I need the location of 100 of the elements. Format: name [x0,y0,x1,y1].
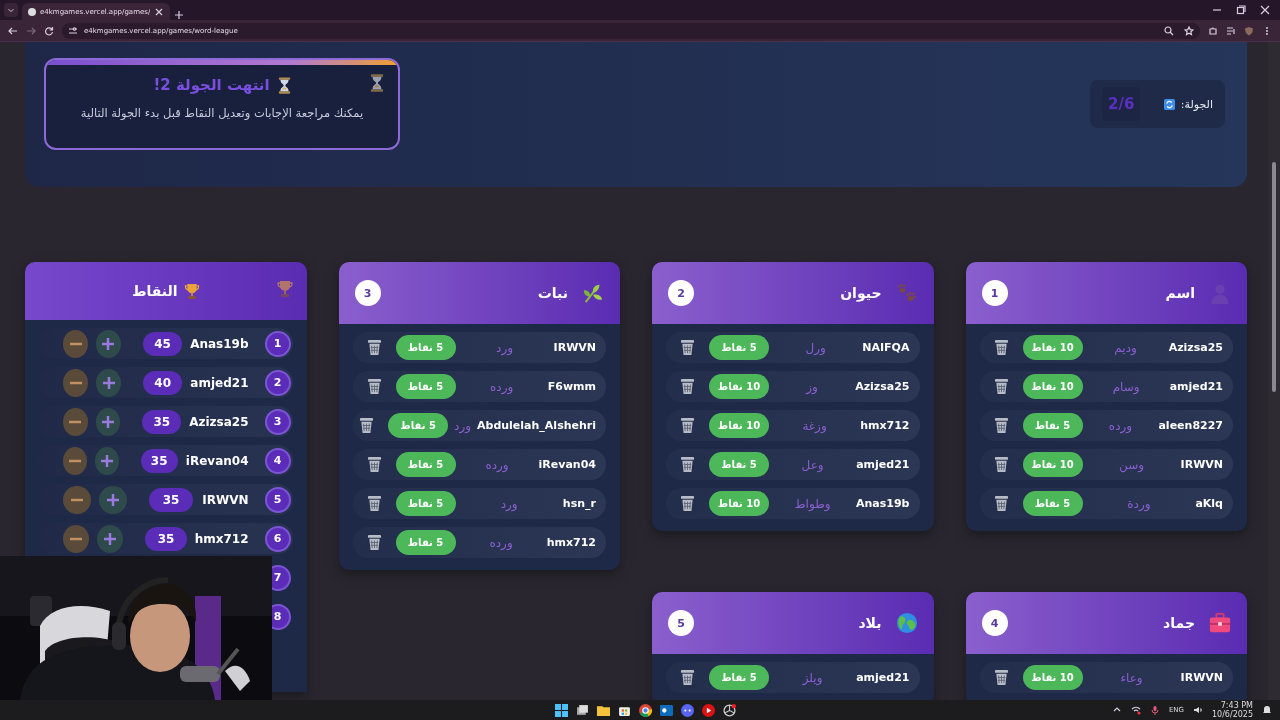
folder-icon[interactable] [597,703,611,717]
points-button[interactable]: 5 نقاط [395,335,456,360]
trash-icon[interactable] [993,417,1009,434]
plus-button[interactable] [95,407,121,436]
trash-icon[interactable] [366,378,382,395]
minus-button[interactable] [63,329,88,358]
minus-button[interactable] [63,524,90,553]
trash-icon[interactable] [680,669,695,686]
trophy-icon [183,282,200,300]
player-name: NAIFQA [862,341,910,354]
speaker-icon[interactable] [1192,705,1203,715]
player-name: Anas19b [856,497,910,510]
rank-badge: 5 [264,486,291,513]
player-name: IRWVN [1180,458,1223,471]
minus-button[interactable] [63,485,91,514]
points-button[interactable]: 5 نقاط [709,335,769,360]
task-view-icon[interactable] [576,703,590,717]
microphone-icon[interactable] [1149,705,1160,715]
reload-icon[interactable] [44,25,54,36]
trash-icon[interactable] [993,456,1009,473]
points-button[interactable]: 10 نقاط [1022,452,1083,477]
answer-word: ورد [454,418,471,433]
back-icon[interactable] [8,25,18,36]
chrome-icon[interactable] [639,703,653,717]
shield-icon[interactable] [1244,25,1254,36]
points-button[interactable]: 10 نقاط [1022,665,1083,690]
points-button[interactable]: 5 نقاط [709,452,769,477]
trash-icon[interactable] [680,417,695,434]
trash-icon[interactable] [993,339,1009,356]
plus-button[interactable] [96,368,122,397]
plus-button[interactable] [94,446,119,475]
player-name: amjed21 [1169,380,1223,393]
points-button[interactable]: 5 نقاط [1022,413,1083,438]
new-tab-icon[interactable] [174,10,185,20]
plus-button[interactable] [95,329,121,358]
answer-word: وسن [1118,457,1146,472]
points-button[interactable]: 5 نقاط [388,413,449,438]
minus-button[interactable] [63,368,88,397]
trash-icon[interactable] [680,339,695,356]
plus-icon [103,531,118,546]
notification-icon[interactable] [1262,705,1272,715]
score-badge: 40 [143,370,183,395]
category-title: اسم [1164,285,1195,301]
site-info-icon[interactable] [68,25,78,36]
trash-icon[interactable] [366,495,382,512]
player-name: IRWVN [1180,671,1223,684]
points-button[interactable]: 10 نقاط [709,374,769,399]
trash-icon[interactable] [993,495,1009,512]
trash-icon[interactable] [993,669,1009,686]
player-name: iRevan04 [185,453,250,468]
trash-icon[interactable] [680,495,695,512]
points-button[interactable]: 5 نقاط [709,665,769,690]
chevron-down-icon [7,6,15,14]
rank-badge: 3 [264,408,291,435]
player-name: hsn_r [562,497,596,510]
trash-icon[interactable] [993,378,1009,395]
close-icon[interactable] [1260,5,1270,15]
category-number: 5 [668,610,694,636]
close-icon[interactable] [154,6,165,17]
points-button[interactable]: 10 نقاط [1022,374,1083,399]
minus-button[interactable] [63,407,88,436]
answer-word: ورد [499,496,519,511]
answer-word: وز [804,379,819,394]
star-icon[interactable] [1184,25,1194,36]
points-button[interactable]: 5 نقاط [395,374,456,399]
scrollbar[interactable] [1268,42,1280,700]
player-name: Azizsa25 [189,414,250,429]
player-name: IRWVN [553,341,596,354]
points-button[interactable]: 5 نقاط [395,491,456,516]
network-icon[interactable] [1130,705,1141,715]
trash-icon[interactable] [366,456,382,473]
play-icon[interactable] [702,703,716,717]
points-button[interactable]: 5 نقاط [395,530,456,555]
mail-icon[interactable] [660,703,674,717]
trash-icon[interactable] [366,339,382,356]
zoom-icon[interactable] [1164,25,1174,36]
rank-badge: 4 [264,447,291,474]
trash-icon[interactable] [359,417,375,434]
points-button[interactable]: 10 نقاط [709,491,769,516]
restore-icon[interactable] [1236,5,1246,15]
plus-button[interactable] [97,524,124,553]
points-button[interactable]: 10 نقاط [1022,335,1083,360]
category-title: بلاد [857,615,882,631]
minus-button[interactable] [63,446,87,475]
points-button[interactable]: 10 نقاط [709,413,769,438]
chat-icon[interactable] [681,703,695,717]
points-button[interactable]: 5 نقاط [395,452,456,477]
forward-icon[interactable] [26,25,36,36]
plus-button[interactable] [99,485,127,514]
tab-list-button[interactable] [4,3,18,17]
round-value: 2/6 [1102,87,1141,121]
clock[interactable]: 7:43 PM 10/6/2025 [1211,701,1253,719]
points-button[interactable]: 5 نقاط [1022,491,1083,516]
answer-word: ورد [495,340,514,355]
windows-icon[interactable] [555,703,569,717]
trash-icon[interactable] [366,534,382,551]
trash-icon[interactable] [680,378,695,395]
player-name: aKlq [1195,497,1223,510]
round-ended-title: انتهت الجولة 2! [153,76,270,94]
trash-icon[interactable] [680,456,695,473]
